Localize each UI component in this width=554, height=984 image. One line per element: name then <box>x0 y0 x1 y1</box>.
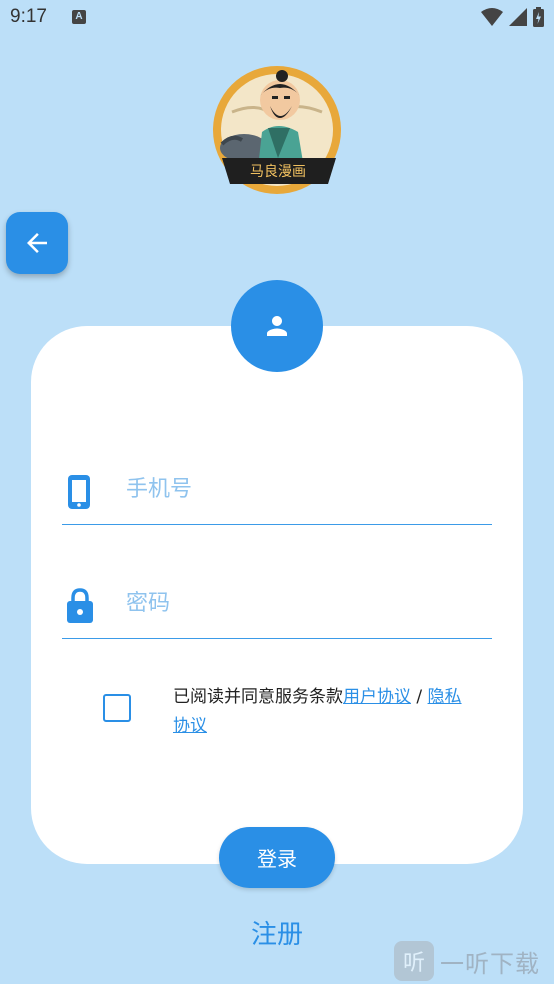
signal-icon <box>509 8 527 26</box>
password-field <box>62 568 492 639</box>
notification-icon: A <box>72 10 86 24</box>
login-button[interactable]: 登录 <box>219 827 335 888</box>
avatar <box>231 280 323 372</box>
status-icons <box>481 7 544 27</box>
watermark-logo: 听 <box>394 941 434 981</box>
watermark-text: 一听下载 <box>440 949 540 978</box>
logo-text: 马良漫画 <box>250 164 306 180</box>
app-logo: 马良漫画 <box>212 62 342 198</box>
password-input[interactable] <box>124 582 468 624</box>
agreement-text: 已阅读并同意服务条款用户协议 / 隐私协议 <box>173 683 473 741</box>
agree-checkbox[interactable] <box>103 694 131 722</box>
status-bar: 9:17 A <box>0 0 554 36</box>
status-time: 9:17 <box>10 6 47 27</box>
battery-icon <box>533 7 544 27</box>
phone-icon <box>68 475 90 509</box>
watermark: 听 一听下载 <box>394 941 554 981</box>
user-agreement-link[interactable]: 用户协议 <box>343 687 411 707</box>
lock-icon <box>67 588 93 623</box>
person-icon <box>267 316 287 336</box>
arrow-left-icon <box>27 233 47 253</box>
back-button[interactable] <box>6 212 68 274</box>
phone-input[interactable] <box>124 468 468 510</box>
phone-field <box>62 454 492 525</box>
agreement-prefix: 已阅读并同意服务条款 <box>173 687 343 707</box>
wifi-icon <box>481 8 503 26</box>
agreement-separator: / <box>411 687 428 707</box>
